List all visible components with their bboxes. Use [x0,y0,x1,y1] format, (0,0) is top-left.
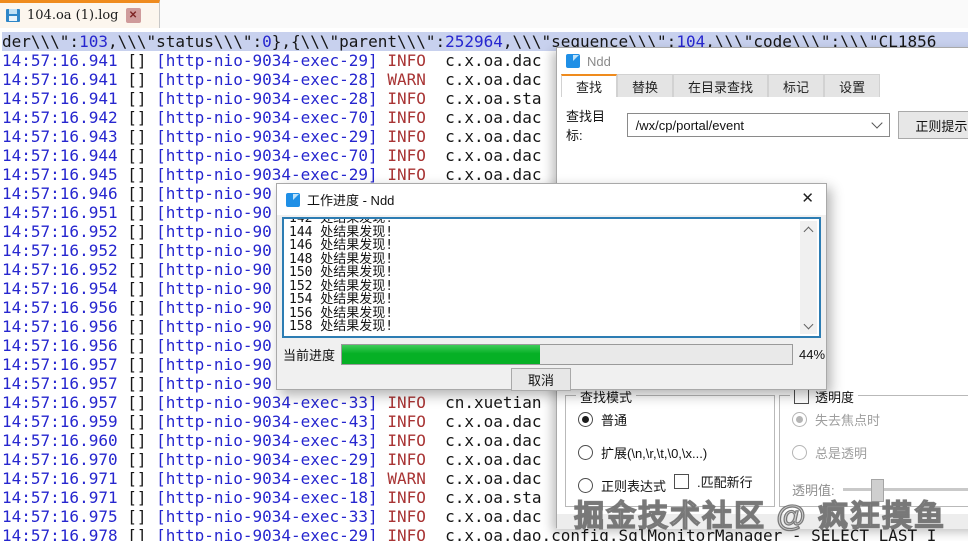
results-scrollbar[interactable] [800,221,817,334]
radio-icon[interactable] [578,412,593,427]
result-item: 148 处结果发现! [289,251,394,267]
file-tab-title: 104.oa (1).log [27,8,119,23]
radio-option-1[interactable]: 总是透明 [792,443,968,462]
result-item: 156 处结果发现! [289,305,394,321]
transparency-slider[interactable] [842,479,968,502]
radio-option-1[interactable]: 扩展(\n,\r,\t,\0,\x...) [578,443,774,462]
progress-bar [341,344,794,365]
search-mode-group: 查找模式 普通 扩展(\n,\r,\t,\0,\x...) 正则表达式 .匹配新行 [565,387,775,507]
radio-icon[interactable] [578,445,593,460]
radio-option-0[interactable]: 失去焦点时 [792,410,968,429]
find-target-label: 查找目标: [566,109,606,143]
progress-results-list[interactable]: 142 处结果发现! 144 处结果发现! 146 处结果发现! 148 处结果发现!… [282,217,821,338]
find-target-value: /wx/cp/portal/event [635,117,745,133]
radio-icon[interactable] [792,412,807,427]
regex-hint-button[interactable]: 正则提示 [897,111,968,139]
transparency-value-row: 透明值: [792,479,968,502]
progress-dialog-title: 工作进度 - Ndd [307,193,395,208]
scroll-down-icon[interactable] [800,317,817,334]
result-item: 152 处结果发现! [289,278,394,294]
scroll-up-icon[interactable] [800,221,817,238]
close-icon[interactable]: ✕ [801,191,814,206]
progress-percent: 44% [799,347,826,362]
match-newline-checkbox[interactable] [674,474,689,489]
result-item: 150 处结果发现! [289,265,394,280]
radio-icon[interactable] [578,478,593,493]
radio-option-0[interactable]: 普通 [578,410,774,429]
find-tab-0[interactable]: 查找 [561,74,618,97]
find-target-combobox[interactable]: /wx/cp/portal/event [626,113,890,137]
transparency-group: 透明度 失去焦点时 总是透明 透明值: [779,387,968,507]
find-tab-3[interactable]: 标记 [768,74,825,97]
progress-dialog: 工作进度 - Ndd ✕ 142 处结果发现! 144 处结果发现! 146 处结果… [276,183,827,391]
radio-label: 扩展(\n,\r,\t,\0,\x...) [601,446,708,461]
find-dialog-title: Ndd [587,53,611,69]
find-tab-4[interactable]: 设置 [824,74,881,97]
transparency-checkbox[interactable] [794,389,809,404]
file-tab[interactable]: 104.oa (1).log ✕ [0,0,160,28]
radio-icon[interactable] [792,445,807,460]
find-dialog-status-strip [557,514,968,529]
radio-label: 普通 [601,413,628,428]
find-target-row: 查找目标: /wx/cp/portal/event 正则提示 [566,106,968,144]
match-newline-option[interactable]: .匹配新行 [674,472,753,491]
transparency-value-label: 透明值: [792,483,835,498]
ndd-app-icon [566,54,580,68]
find-tab-1[interactable]: 替换 [617,74,674,97]
find-tab-2[interactable]: 在目录查找 [673,74,769,97]
tab-close-icon[interactable]: ✕ [125,8,141,23]
cancel-button[interactable]: 取消 [511,368,571,391]
progress-bar-fill [342,345,541,364]
result-item: 158 处结果发现! [289,319,394,334]
radio-label: 总是透明 [815,446,868,461]
progress-label: 当前进度 [283,348,336,363]
match-newline-label: .匹配新行 [697,475,753,490]
result-item: 144 处结果发现! [289,224,394,240]
progress-row: 当前进度 44% [283,344,825,365]
transparency-options: 失去焦点时 总是透明 [780,410,968,462]
find-dialog-tabs: 查找 替换 在目录查找 标记 设置 [561,74,881,97]
result-item: 154 处结果发现! [289,292,394,307]
ndd-app-icon [286,192,300,207]
chevron-down-icon [871,117,883,129]
find-dialog-titlebar[interactable]: Ndd [557,48,968,74]
progress-dialog-titlebar[interactable]: 工作进度 - Ndd [277,184,826,215]
transparency-slider-thumb[interactable] [870,479,884,502]
tab-bar: 104.oa (1).log ✕ [0,0,968,29]
radio-label: 正则表达式 [601,479,667,494]
result-item: 146 处结果发现! [289,238,394,253]
radio-label: 失去焦点时 [815,413,881,428]
app-window: 104.oa (1).log ✕ der\\\":103,\\\"status\… [0,0,968,541]
save-icon [6,9,20,22]
